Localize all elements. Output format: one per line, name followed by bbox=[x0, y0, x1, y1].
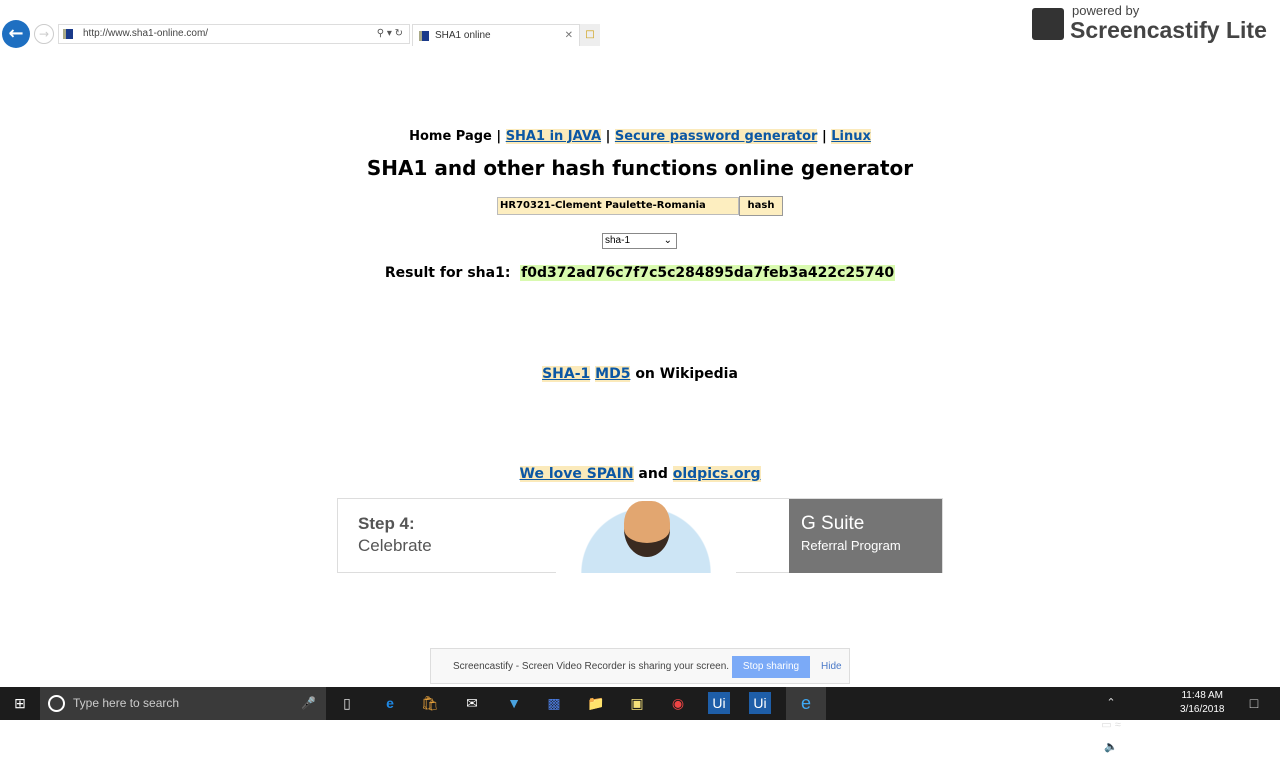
app-icon[interactable]: ▼ bbox=[503, 692, 525, 714]
clock[interactable]: 11:48 AM 3/16/2018 bbox=[1180, 689, 1225, 717]
taskbar-search[interactable]: Type here to search 🎤 bbox=[40, 687, 326, 720]
algorithm-select[interactable]: sha-1 ⌄ bbox=[602, 233, 677, 249]
separator: | bbox=[605, 129, 611, 144]
file-explorer-icon[interactable]: 📁 bbox=[585, 692, 607, 714]
tab-favicon-icon bbox=[419, 31, 429, 41]
gsuite-ad-banner[interactable]: Step 4: Celebrate G Suite Referral Program bbox=[337, 498, 943, 573]
screen-sharing-bar: Screencastify - Screen Video Recorder is… bbox=[430, 648, 850, 684]
ad-step-text: Celebrate bbox=[358, 536, 432, 555]
edge-icon[interactable]: e bbox=[379, 692, 401, 714]
sharing-message: Screencastify - Screen Video Recorder is… bbox=[453, 661, 730, 672]
separator: | bbox=[496, 129, 502, 144]
result-label: Result for sha1: bbox=[384, 265, 511, 281]
date: 3/16/2018 bbox=[1180, 704, 1225, 715]
ad-step: Step 4: bbox=[358, 514, 415, 533]
page-title: SHA1 and other hash functions online gen… bbox=[366, 156, 914, 180]
address-bar[interactable]: http://www.sha1-online.com/ ⚲ ▾ ↻ bbox=[58, 24, 410, 44]
search-refresh-icon[interactable]: ⚲ ▾ ↻ bbox=[377, 25, 403, 43]
task-view-icon[interactable]: ▯ bbox=[336, 692, 358, 714]
person-icon bbox=[624, 501, 670, 557]
new-tab-button[interactable]: □ bbox=[580, 24, 600, 46]
mail-icon[interactable]: ✉ bbox=[461, 692, 483, 714]
uipath-icon-2[interactable]: Ui bbox=[749, 692, 771, 714]
chrome-icon[interactable]: ◉ bbox=[667, 692, 689, 714]
windows-start-icon[interactable]: ⊞ bbox=[9, 692, 31, 714]
search-placeholder: Type here to search bbox=[73, 696, 180, 710]
browser-tab[interactable]: SHA1 online ✕ bbox=[412, 24, 580, 46]
oldpics-link[interactable]: oldpics.org bbox=[672, 466, 761, 482]
md5-wiki-link[interactable]: MD5 bbox=[595, 366, 631, 382]
internet-explorer-icon[interactable]: e bbox=[786, 687, 826, 720]
ad-program: Referral Program bbox=[801, 538, 901, 553]
result-row: Result for sha1: f0d372ad76c7f7c5c284895… bbox=[0, 265, 1280, 281]
sticky-notes-icon[interactable]: ▣ bbox=[626, 692, 648, 714]
favicon-icon bbox=[63, 29, 73, 39]
uipath-icon[interactable]: Ui bbox=[708, 692, 730, 714]
screencastify-watermark: powered by Screencastify Lite bbox=[1030, 4, 1267, 42]
notifications-icon[interactable]: □ bbox=[1243, 692, 1265, 714]
back-button[interactable]: ← bbox=[2, 20, 30, 48]
store-icon[interactable]: 🛍 bbox=[419, 692, 441, 714]
celebration-illustration bbox=[556, 499, 736, 573]
wikipedia-links: SHA-1 MD5 on Wikipedia bbox=[0, 366, 1280, 382]
cortana-icon bbox=[48, 695, 65, 712]
stop-sharing-button[interactable]: Stop sharing bbox=[732, 656, 810, 678]
app-icon-2[interactable]: ▩ bbox=[543, 692, 565, 714]
spain-link[interactable]: We love SPAIN bbox=[519, 466, 634, 482]
wiki-suffix: on Wikipedia bbox=[635, 366, 738, 382]
ad-brand: G Suite bbox=[801, 513, 865, 534]
and-text: and bbox=[638, 466, 668, 482]
time: 11:48 AM bbox=[1181, 690, 1223, 701]
password-generator-link[interactable]: Secure password generator bbox=[614, 129, 818, 144]
chevron-down-icon: ⌄ bbox=[663, 235, 672, 246]
partner-links: We love SPAIN and oldpics.org bbox=[0, 466, 1280, 482]
separator: | bbox=[821, 129, 827, 144]
taskbar: ⊞ Type here to search 🎤 ▯ e 🛍 ✉ ▼ ▩ 📁 ▣ ◉… bbox=[0, 687, 1280, 753]
result-value: f0d372ad76c7f7c5c284895da7feb3a422c25740 bbox=[520, 265, 896, 281]
site-nav: Home Page | SHA1 in JAVA | Secure passwo… bbox=[0, 129, 1280, 144]
sha1-java-link[interactable]: SHA1 in JAVA bbox=[505, 129, 602, 144]
hide-button[interactable]: Hide bbox=[821, 661, 842, 672]
system-tray-icons[interactable]: ⌃ ▭ ≈ 🔈 bbox=[1100, 692, 1122, 753]
close-tab-icon[interactable]: ✕ bbox=[565, 25, 573, 47]
selected-algorithm: sha-1 bbox=[605, 235, 631, 246]
hash-input[interactable]: HR70321-Clement Paulette-Romania bbox=[497, 197, 739, 215]
linux-link[interactable]: Linux bbox=[831, 129, 871, 144]
hash-button[interactable]: hash bbox=[739, 196, 783, 216]
forward-button[interactable]: → bbox=[34, 24, 54, 44]
film-icon bbox=[1032, 8, 1064, 40]
microphone-icon[interactable]: 🎤 bbox=[301, 687, 316, 720]
home-link[interactable]: Home Page bbox=[409, 129, 492, 144]
sha1-wiki-link[interactable]: SHA-1 bbox=[542, 366, 591, 382]
tab-title: SHA1 online bbox=[435, 30, 491, 41]
url-text: http://www.sha1-online.com/ bbox=[83, 28, 209, 39]
